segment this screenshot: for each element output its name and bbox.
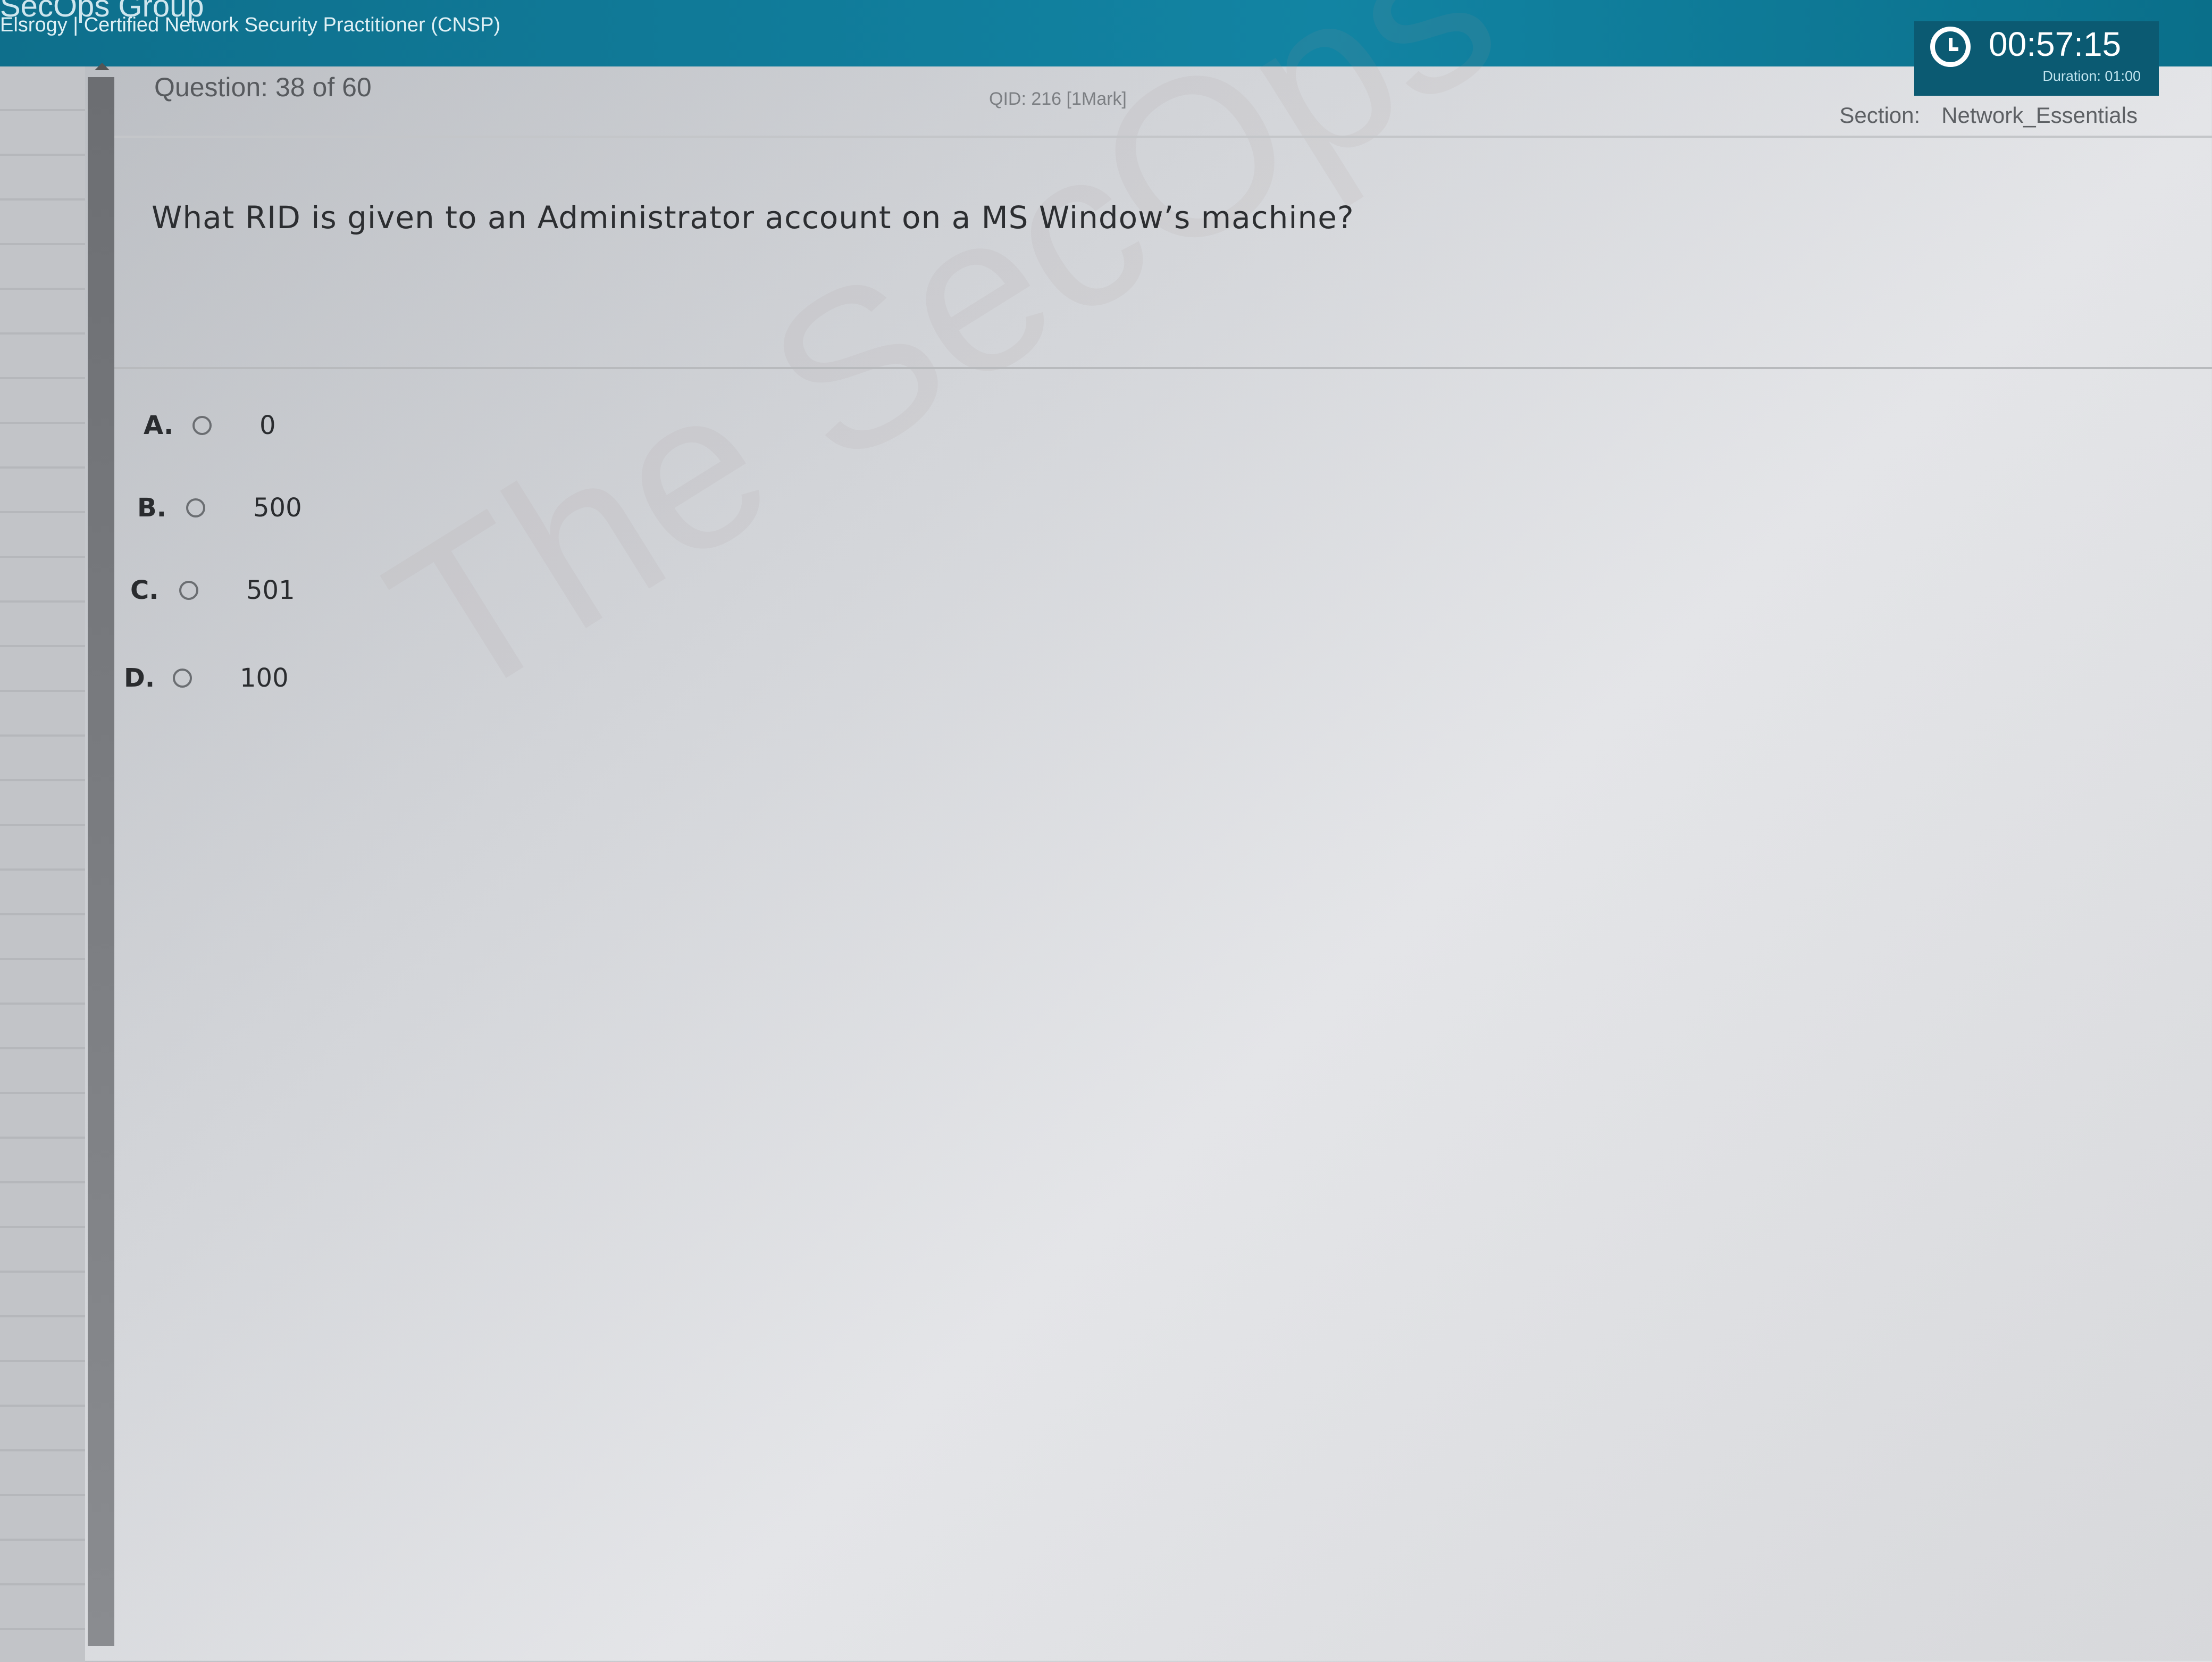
question-text: What RID is given to an Administrator ac… xyxy=(152,199,1354,236)
option-letter: C. xyxy=(130,575,159,605)
scroll-up-arrow-icon[interactable] xyxy=(95,63,110,70)
radio-button[interactable] xyxy=(173,669,192,688)
option-letter: D. xyxy=(124,663,155,693)
option-d[interactable]: D. 100 xyxy=(124,657,289,699)
left-sidebar xyxy=(0,66,85,1662)
section-info: Section: Network_Essentials xyxy=(1839,103,2138,128)
option-text: 100 xyxy=(240,663,289,693)
clock-icon xyxy=(1930,27,1971,67)
question-header: Question: 38 of 60 QID: 216 [1Mark] Secti… xyxy=(114,66,2212,138)
question-counter-label: Question: xyxy=(154,72,269,102)
option-text: 501 xyxy=(246,575,295,605)
exam-title: Elsrogy | Certified Network Security Pra… xyxy=(0,14,501,36)
section-label: Section: xyxy=(1839,103,1921,128)
option-text: 0 xyxy=(259,411,276,440)
section-name: Network_Essentials xyxy=(1941,103,2138,128)
scrollbar[interactable] xyxy=(88,77,114,1646)
question-divider xyxy=(114,367,2212,369)
option-a[interactable]: A. 0 xyxy=(144,404,276,447)
radio-button[interactable] xyxy=(186,498,205,517)
option-c[interactable]: C. 501 xyxy=(130,569,295,612)
option-letter: A. xyxy=(144,411,174,440)
question-panel: The SecOps Group Question: 38 of 60 QID: … xyxy=(114,0,2212,1661)
question-counter: Question: 38 of 60 xyxy=(154,72,379,103)
radio-button[interactable] xyxy=(179,581,198,600)
radio-button[interactable] xyxy=(192,416,212,435)
option-letter: B. xyxy=(137,493,166,523)
time-remaining: 00:57:15 xyxy=(1989,25,2122,63)
question-counter-value: 38 of 60 xyxy=(275,72,372,102)
option-b[interactable]: B. 500 xyxy=(137,487,302,529)
question-id: QID: 216 [1Mark] xyxy=(989,89,1127,109)
top-bar: SecOps Group Elsrogy | Certified Network… xyxy=(0,0,2212,96)
option-text: 500 xyxy=(253,493,302,523)
